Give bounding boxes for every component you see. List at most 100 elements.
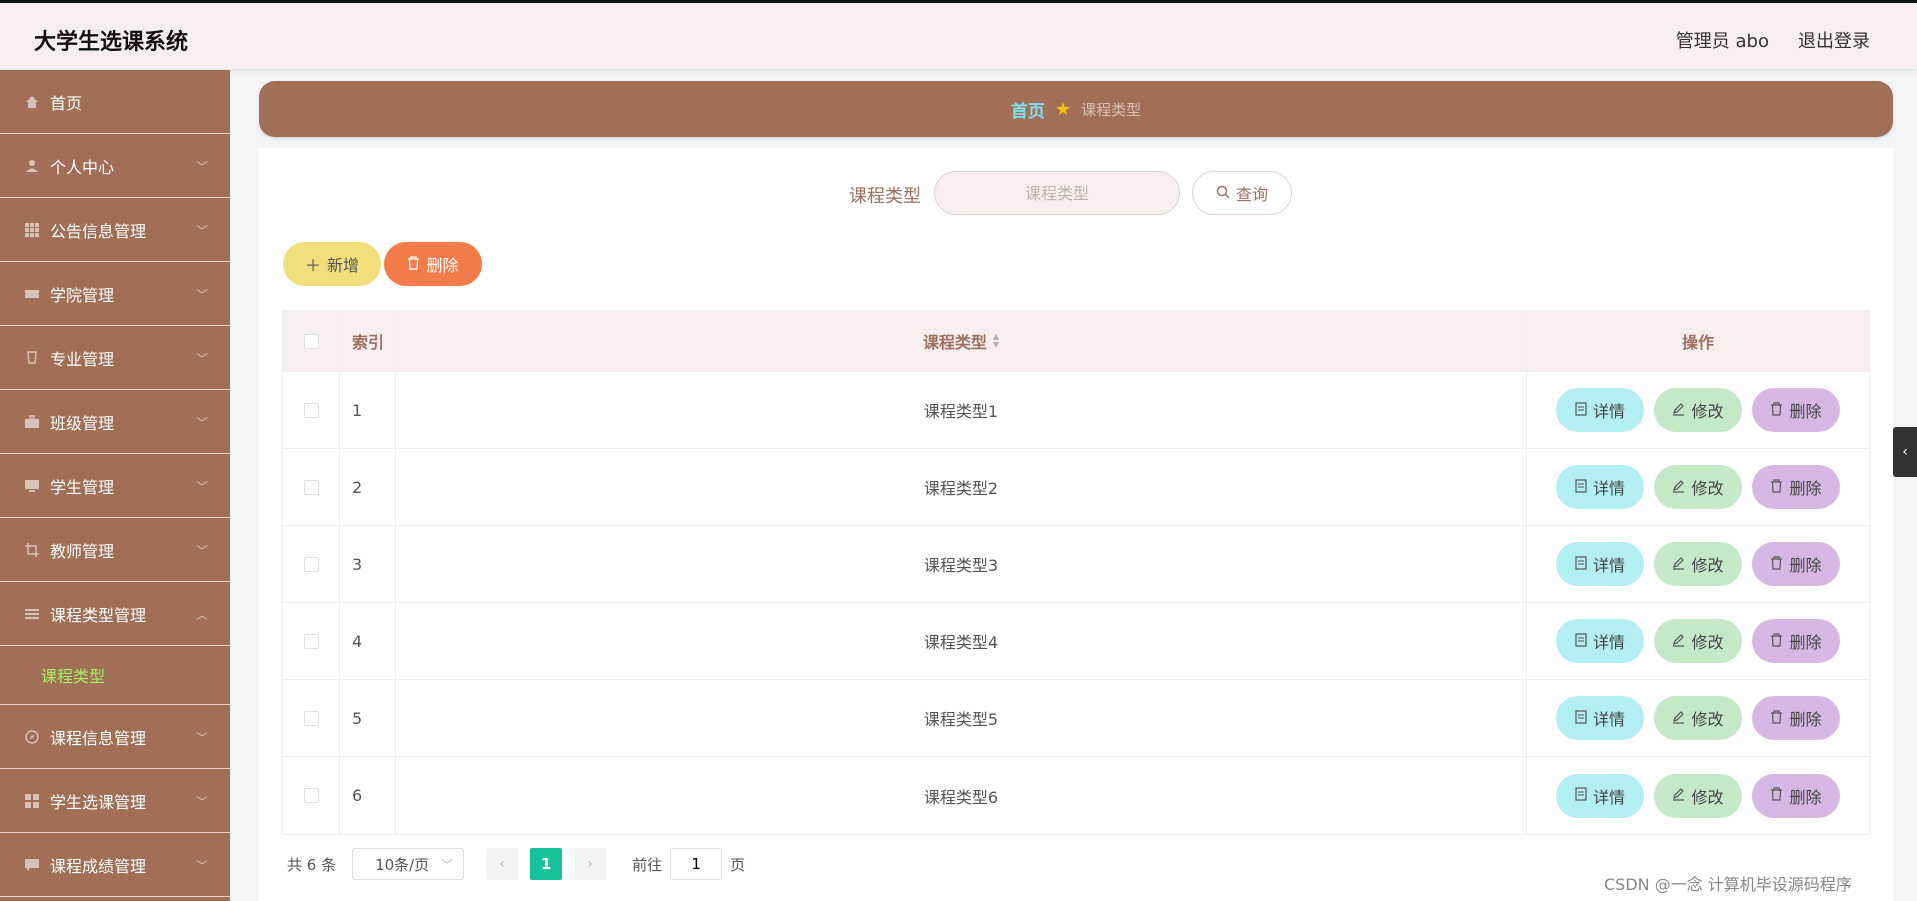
sidebar-subitem-course-type[interactable]: 课程类型 — [0, 646, 230, 705]
row-delete-button[interactable]: 删除 — [1752, 619, 1840, 663]
document-icon — [1575, 401, 1587, 420]
sidebar-item-home[interactable]: 首页 — [0, 70, 230, 134]
detail-button[interactable]: 详情 — [1556, 619, 1644, 663]
briefcase-icon — [24, 414, 40, 430]
header-ops: 操作 — [1681, 333, 1714, 352]
logout-button[interactable]: 退出登录 — [1798, 27, 1870, 53]
edit-button[interactable]: 修改 — [1654, 773, 1742, 818]
page-size-value: 10条/页 — [375, 855, 430, 874]
trash-icon — [1770, 632, 1783, 651]
row-course-type: 课程类型2 — [396, 449, 1527, 525]
delete-button-label: 删除 — [426, 256, 459, 275]
edit-button[interactable]: 修改 — [1654, 388, 1742, 432]
detail-button[interactable]: 详情 — [1556, 773, 1644, 818]
header-type[interactable]: 课程类型 ▲ ▼ — [396, 311, 1527, 371]
sidebar-item-course-info[interactable]: 课程信息管理 ﹀ — [0, 705, 230, 769]
delete-label: 删除 — [1789, 787, 1822, 807]
search-icon — [1216, 184, 1230, 203]
sidebar-item-student[interactable]: 学生管理 ﹀ — [0, 454, 230, 518]
chevron-down-icon: ﹀ — [195, 480, 208, 494]
edit-button[interactable]: 修改 — [1654, 542, 1742, 586]
sidebar-item-label: 课程类型管理 — [50, 605, 147, 625]
row-delete-button[interactable]: 删除 — [1752, 542, 1840, 586]
row-delete-button[interactable]: 删除 — [1752, 388, 1840, 432]
prev-page-button[interactable]: ‹ — [486, 848, 519, 880]
row-index: 6 — [340, 757, 396, 834]
table-row: 4 课程类型4 详情 修改 删除 — [283, 603, 1869, 680]
sort-icon[interactable]: ▲ ▼ — [993, 333, 999, 349]
row-course-type: 课程类型3 — [396, 526, 1527, 602]
row-delete-button[interactable]: 删除 — [1752, 773, 1840, 818]
content-panel: 课程类型 查询 ＋ 新增 删除 索引 课程类型 ▲▼ 操作 1课程类型1详情修改… — [259, 148, 1893, 901]
edit-button[interactable]: 修改 — [1654, 696, 1742, 740]
row-checkbox-cell — [283, 680, 340, 756]
edit-button[interactable]: 修改 — [1654, 465, 1742, 509]
row-delete-button[interactable]: 删除 — [1752, 465, 1840, 509]
row-checkbox[interactable] — [303, 402, 319, 418]
batch-delete-button[interactable]: 删除 — [384, 242, 482, 286]
add-button[interactable]: ＋ 新增 — [283, 242, 381, 286]
goto-page-input[interactable] — [670, 848, 723, 880]
detail-label: 详情 — [1592, 633, 1625, 652]
row-checkbox[interactable] — [303, 788, 319, 803]
sidebar-item-label: 学生选课管理 — [50, 792, 147, 812]
breadcrumb-home[interactable]: 首页 — [1011, 97, 1045, 122]
detail-button[interactable]: 详情 — [1556, 388, 1644, 432]
chevron-down-icon: ﹀ — [195, 160, 208, 174]
row-course-type: 课程类型5 — [396, 680, 1527, 756]
sidebar-item-personal[interactable]: 个人中心 ﹀ — [0, 134, 230, 198]
edit-icon — [1672, 709, 1685, 728]
sidebar-item-selection[interactable]: 学生选课管理 ﹀ — [0, 769, 230, 833]
row-delete-button[interactable]: 删除 — [1752, 696, 1840, 740]
grid-icon — [24, 222, 40, 238]
compass-icon — [24, 729, 40, 745]
next-page-button[interactable]: › — [574, 848, 607, 880]
home-icon — [24, 94, 40, 110]
row-checkbox[interactable] — [303, 710, 319, 726]
edit-label: 修改 — [1691, 402, 1724, 421]
row-index: 2 — [340, 449, 396, 525]
document-icon — [1575, 555, 1587, 574]
search-input[interactable] — [934, 171, 1180, 215]
select-all-checkbox[interactable] — [303, 333, 319, 349]
chat-icon — [24, 857, 40, 873]
sidebar-item-label: 班级管理 — [50, 413, 115, 433]
total-count: 共 6 条 — [287, 855, 337, 874]
sidebar-item-teacher[interactable]: 教师管理 ﹀ — [0, 518, 230, 582]
row-checkbox[interactable] — [303, 479, 319, 495]
edit-label: 修改 — [1691, 633, 1724, 652]
delete-label: 删除 — [1789, 633, 1822, 652]
row-index: 1 — [340, 372, 396, 448]
search-button[interactable]: 查询 — [1192, 171, 1292, 215]
detail-label: 详情 — [1592, 556, 1625, 575]
detail-button[interactable]: 详情 — [1556, 465, 1644, 509]
collapse-handle[interactable]: ‹ — [1893, 427, 1917, 477]
edit-button[interactable]: 修改 — [1654, 619, 1742, 663]
row-checkbox[interactable] — [303, 633, 319, 649]
chevron-down-icon: ﹀ — [195, 288, 208, 302]
sidebar-item-notice[interactable]: 公告信息管理 ﹀ — [0, 198, 230, 262]
row-checkbox[interactable] — [303, 556, 319, 572]
detail-button[interactable]: 详情 — [1556, 542, 1644, 586]
chevron-down-icon: ﹀ — [195, 731, 208, 745]
row-checkbox-cell — [283, 603, 340, 679]
table-row: 3 课程类型3 详情 修改 删除 — [283, 526, 1869, 603]
user-icon — [24, 158, 40, 174]
page-number[interactable]: 1 — [530, 848, 563, 880]
page-size-select[interactable]: 10条/页 ﹀ — [352, 848, 465, 880]
sidebar-item-major[interactable]: 专业管理 ﹀ — [0, 326, 230, 390]
table-row: 5 课程类型5 详情 修改 删除 — [283, 680, 1869, 757]
row-checkbox-cell — [283, 449, 340, 525]
breadcrumb-current: 课程类型 — [1081, 100, 1142, 119]
detail-button[interactable]: 详情 — [1556, 696, 1644, 740]
sidebar-item-college[interactable]: 学院管理 ﹀ — [0, 262, 230, 326]
edit-icon — [1672, 632, 1685, 651]
header-index: 索引 — [340, 311, 396, 371]
sidebar-item-class[interactable]: 班级管理 ﹀ — [0, 390, 230, 454]
sidebar-item-grades[interactable]: 课程成绩管理 ﹀ — [0, 833, 230, 897]
sidebar-item-course-type[interactable]: 课程类型管理 ︿ — [0, 582, 230, 646]
row-actions: 详情 修改 删除 — [1527, 603, 1869, 679]
chevron-up-icon: ︿ — [195, 608, 208, 622]
sidebar-item-label: 公告信息管理 — [50, 221, 147, 241]
delete-label: 删除 — [1789, 402, 1822, 421]
